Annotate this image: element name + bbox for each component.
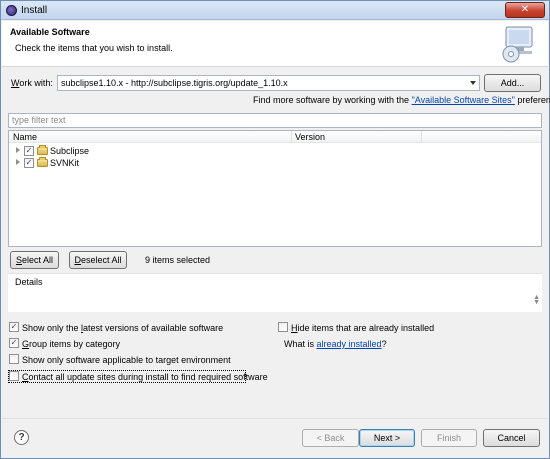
chevron-down-icon[interactable] [470, 81, 476, 85]
close-button[interactable]: ✕ [505, 2, 545, 18]
page-title: Available Software [10, 27, 90, 37]
group-by-category-checkbox[interactable]: ✓ [9, 338, 19, 348]
applicable-software-checkbox[interactable] [9, 354, 19, 364]
install-wizard-icon [502, 26, 533, 63]
contact-update-sites-checkbox[interactable] [9, 371, 19, 381]
software-tree: Name Version ✓ Subclipse ✓ SVNKit [8, 130, 542, 247]
work-with-label: Work with: [11, 78, 53, 88]
back-button[interactable]: < Back [302, 429, 359, 447]
eclipse-icon [6, 5, 17, 16]
details-label: Details [15, 277, 43, 287]
what-is-installed-text: What is already installed? [284, 339, 387, 349]
svnkit-checkbox[interactable]: ✓ [24, 158, 34, 168]
hide-installed-label[interactable]: Hide items that are already installed [291, 323, 434, 333]
latest-versions-label[interactable]: Show only the latest versions of availab… [22, 323, 223, 333]
latest-versions-checkbox[interactable]: ✓ [9, 322, 19, 332]
cancel-button[interactable]: Cancel [483, 429, 540, 447]
work-with-value: subclipse1.10.x - http://subclipse.tigri… [61, 78, 288, 88]
details-scroll[interactable]: ▲ ▼ [533, 294, 540, 306]
selection-count: 9 items selected [145, 255, 211, 265]
next-button[interactable]: Next > [359, 429, 415, 447]
column-divider[interactable] [291, 131, 292, 143]
column-name[interactable]: Name [13, 132, 37, 142]
install-dialog: Install ✕ Available Software Check the i… [0, 0, 550, 459]
group-by-category-label[interactable]: Group items by category [22, 339, 120, 349]
expand-arrow-icon[interactable] [16, 159, 20, 165]
tree-row-svnkit[interactable]: ✓ SVNKit [9, 157, 541, 169]
help-icon[interactable]: ? [14, 430, 29, 445]
column-version[interactable]: Version [295, 132, 325, 142]
wizard-header: Available Software Check the items that … [2, 21, 548, 67]
details-panel: Details ▲ ▼ [8, 273, 542, 313]
title-bar: Install ✕ [1, 1, 549, 20]
already-installed-link[interactable]: already installed [317, 339, 382, 349]
filter-input[interactable]: type filter text [8, 113, 542, 128]
select-all-button[interactable]: Select All [10, 251, 59, 269]
scroll-down-icon[interactable]: ▼ [533, 299, 540, 306]
find-more-text: Find more software by working with the "… [253, 95, 550, 105]
tree-row-subclipse[interactable]: ✓ Subclipse [9, 145, 541, 157]
footer-divider [2, 418, 548, 419]
tree-header: Name Version [9, 131, 541, 143]
contact-update-sites-label[interactable]: Contact all update sites during install … [22, 372, 268, 382]
window-title: Install [21, 5, 48, 16]
hide-installed-checkbox[interactable] [278, 322, 288, 332]
column-divider[interactable] [421, 131, 422, 143]
expand-arrow-icon[interactable] [16, 147, 20, 153]
category-folder-icon [37, 157, 48, 167]
add-site-button[interactable]: Add... [484, 74, 541, 92]
tree-row-label: SVNKit [50, 158, 80, 168]
tree-row-label: Subclipse [50, 146, 90, 156]
subclipse-checkbox[interactable]: ✓ [24, 146, 34, 156]
deselect-all-button[interactable]: Deselect All [69, 251, 127, 269]
finish-button[interactable]: Finish [421, 429, 477, 447]
applicable-software-label[interactable]: Show only software applicable to target … [22, 355, 231, 365]
work-with-combo[interactable]: subclipse1.10.x - http://subclipse.tigri… [57, 75, 480, 91]
available-software-sites-link[interactable]: "Available Software Sites" [412, 95, 515, 105]
category-folder-icon [37, 145, 48, 155]
page-description: Check the items that you wish to install… [15, 43, 173, 53]
